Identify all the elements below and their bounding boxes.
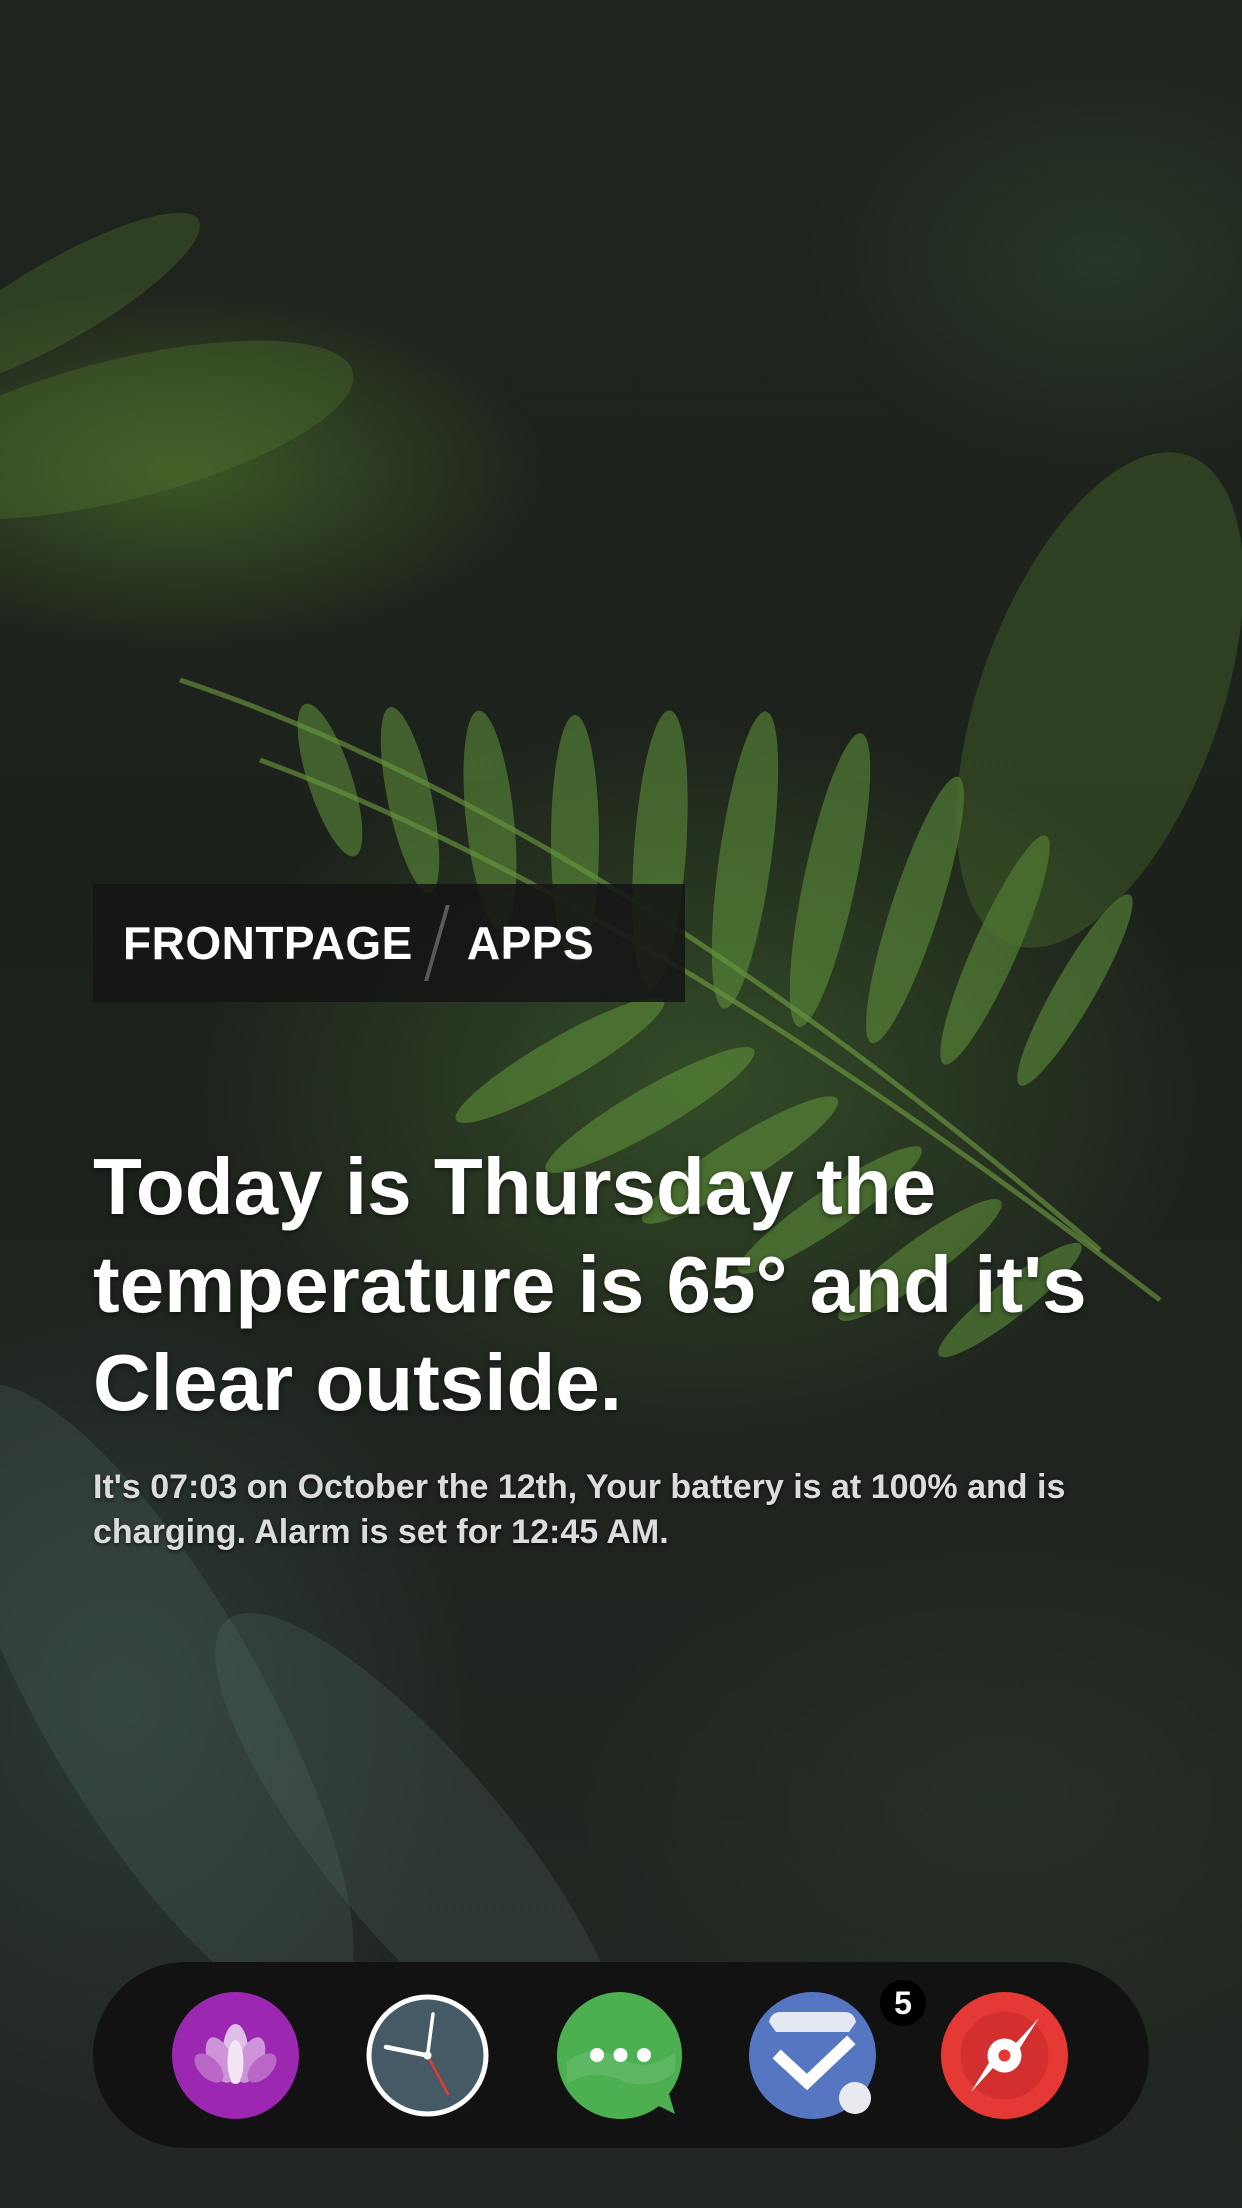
app-dock: 5 — [93, 1962, 1149, 2148]
lotus-icon — [172, 1992, 299, 2119]
fern-wallpaper — [0, 212, 1242, 2087]
clock-icon — [366, 1994, 489, 2117]
tab-frontpage[interactable]: FRONTPAGE — [123, 916, 413, 970]
day-summary-headline: Today is Thursday the temperature is 65°… — [93, 1142, 1087, 1427]
dock-app-lotus[interactable] — [172, 1992, 299, 2119]
dock-app-inbox[interactable] — [749, 1992, 876, 2119]
compass-icon — [941, 1992, 1068, 2119]
messages-icon — [557, 1992, 683, 2119]
inbox-unread-badge: 5 — [880, 1980, 926, 2026]
frontpage-apps-switcher: FRONTPAGE APPS — [93, 884, 685, 1002]
dock-app-compass[interactable] — [941, 1992, 1068, 2119]
day-summary-details: It's 07:03 on October the 12th, Your bat… — [93, 1468, 1066, 1551]
tab-divider — [423, 905, 450, 981]
tab-apps[interactable]: APPS — [467, 916, 594, 970]
inbox-check-icon — [749, 1992, 876, 2119]
dock-app-clock[interactable] — [364, 1992, 491, 2119]
dock-app-messages[interactable] — [557, 1992, 684, 2119]
home-screen: FRONTPAGE APPS Today is Thursday the tem… — [0, 0, 1242, 2208]
